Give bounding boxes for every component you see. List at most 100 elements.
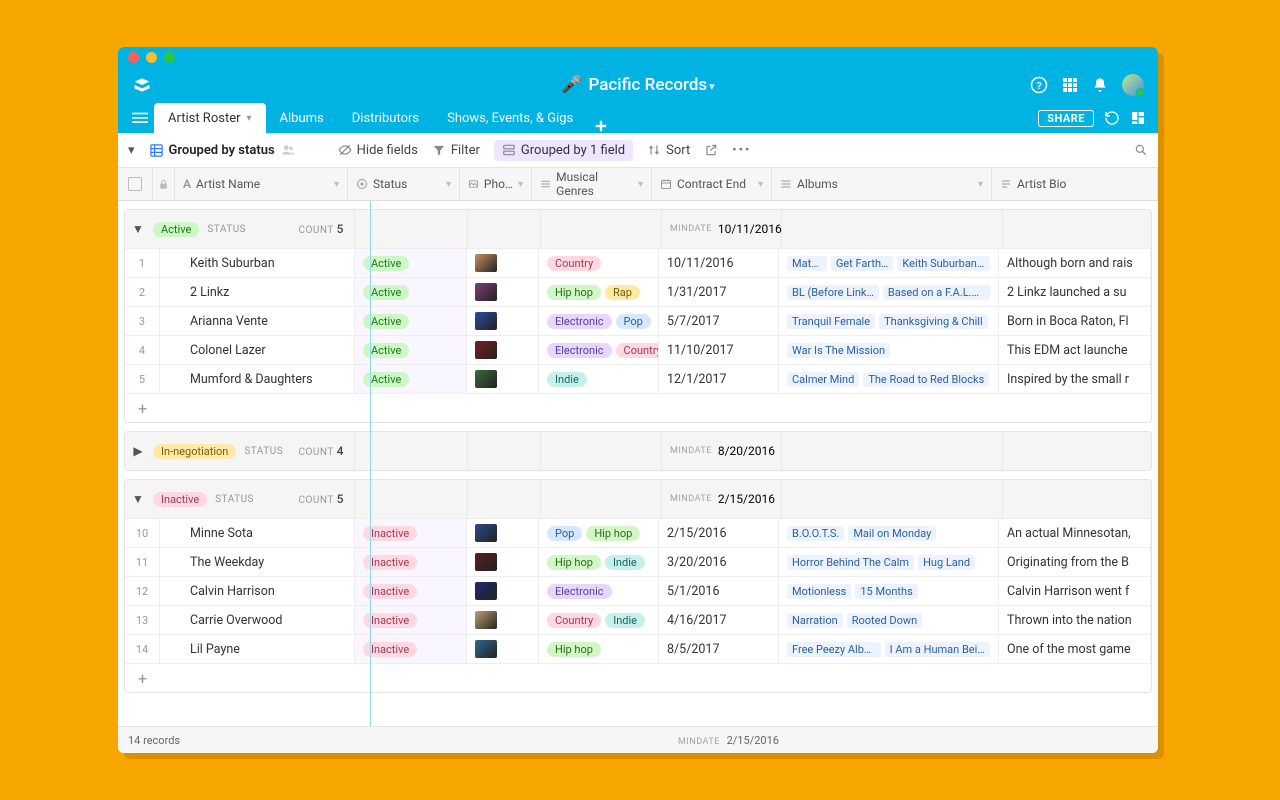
cell-status[interactable]: Active [355, 336, 467, 364]
cell-status[interactable]: Active [355, 249, 467, 277]
cell-status[interactable]: Inactive [355, 519, 467, 547]
disclosure-icon[interactable]: ▶ [131, 444, 145, 458]
cell-artist-name[interactable]: The Weekday [160, 548, 355, 576]
cell-contract-end[interactable]: 2/15/2016 [659, 519, 779, 547]
col-status[interactable]: Status ▾ [348, 168, 460, 200]
cell-bio[interactable]: This EDM act launche [999, 336, 1151, 364]
cell-genres[interactable]: Hip hopIndie [539, 548, 659, 576]
album-chip[interactable]: Thanksgiving & Chill [879, 314, 988, 329]
cell-photo[interactable] [467, 519, 539, 547]
cell-artist-name[interactable]: Colonel Lazer [160, 336, 355, 364]
cell-genres[interactable]: Electronic [539, 577, 659, 605]
more-options-button[interactable]: ••• [732, 143, 751, 158]
cell-artist-name[interactable]: Keith Suburban [160, 249, 355, 277]
cell-genres[interactable]: ElectronicPop [539, 307, 659, 335]
cell-bio[interactable]: Originating from the B [999, 548, 1151, 576]
hide-fields-button[interactable]: Hide fields [338, 143, 418, 158]
traffic-minimize-icon[interactable] [146, 52, 157, 63]
tab-distributors[interactable]: Distributors [338, 103, 433, 133]
cell-contract-end[interactable]: 11/10/2017 [659, 336, 779, 364]
chevron-down-icon[interactable]: ▾ [446, 179, 451, 190]
cell-artist-name[interactable]: Minne Sota [160, 519, 355, 547]
cell-bio[interactable]: An actual Minnesotan, [999, 519, 1151, 547]
share-button[interactable]: SHARE [1038, 110, 1094, 127]
album-chip[interactable]: War Is The Mission [787, 343, 890, 358]
table-row[interactable]: 13Carrie OverwoodInactiveCountryIndie4/1… [125, 605, 1151, 634]
cell-bio[interactable]: Thrown into the nation [999, 606, 1151, 634]
cell-artist-name[interactable]: Calvin Harrison [160, 577, 355, 605]
tab-shows-events-gigs[interactable]: Shows, Events, & Gigs [433, 103, 587, 133]
album-chip[interactable]: Keith Suburban in [897, 256, 990, 271]
cell-albums[interactable]: Tranquil Female Thanksgiving & Chill [779, 307, 999, 335]
cell-photo[interactable] [467, 365, 539, 393]
group-header[interactable]: ▼InactiveSTATUSCOUNT 5MINDATE2/15/2016 [125, 480, 1151, 518]
album-chip[interactable]: Tranquil Female [787, 314, 875, 329]
table-row[interactable]: 4Colonel LazerActiveElectronicCountry11/… [125, 335, 1151, 364]
current-view[interactable]: Grouped by status [149, 143, 296, 158]
cell-photo[interactable] [467, 577, 539, 605]
cell-bio[interactable]: Although born and rais [999, 249, 1151, 277]
album-chip[interactable]: Calmer Mind [787, 372, 859, 387]
cell-albums[interactable]: B.O.O.T.S.Mail on Monday [779, 519, 999, 547]
cell-genres[interactable]: ElectronicCountry [539, 336, 659, 364]
table-row[interactable]: 22 LinkzActiveHip hopRap1/31/2017BL (Bef… [125, 277, 1151, 306]
album-chip[interactable]: Hug Land [918, 555, 975, 570]
table-row[interactable]: 3Arianna VenteActiveElectronicPop5/7/201… [125, 306, 1151, 335]
history-icon[interactable] [1104, 110, 1120, 126]
cell-artist-name[interactable]: Carrie Overwood [160, 606, 355, 634]
views-menu-button[interactable]: ▾ [128, 143, 135, 158]
cell-photo[interactable] [467, 606, 539, 634]
tab-albums[interactable]: Albums [266, 103, 338, 133]
filter-button[interactable]: Filter [432, 143, 480, 158]
cell-genres[interactable]: Indie [539, 365, 659, 393]
app-logo-icon[interactable] [132, 75, 152, 95]
cell-bio[interactable]: Calvin Harrison went f [999, 577, 1151, 605]
cell-photo[interactable] [467, 278, 539, 306]
cell-bio[interactable]: 2 Linkz launched a su [999, 278, 1151, 306]
disclosure-icon[interactable]: ▼ [131, 492, 145, 506]
album-chip[interactable]: Motionless [787, 584, 851, 599]
add-record-button[interactable]: + [125, 393, 1151, 422]
cell-contract-end[interactable]: 3/20/2016 [659, 548, 779, 576]
traffic-close-icon[interactable] [128, 52, 139, 63]
cell-albums[interactable]: Motionless15 Months [779, 577, 999, 605]
table-row[interactable]: 12Calvin HarrisonInactiveElectronic5/1/2… [125, 576, 1151, 605]
album-chip[interactable]: Narration [787, 613, 843, 628]
cell-albums[interactable]: Free Peezy AlbumI Am a Human Being [779, 635, 999, 663]
help-icon[interactable]: ? [1030, 76, 1048, 94]
album-chip[interactable]: Match [787, 256, 827, 271]
cell-genres[interactable]: Hip hopRap [539, 278, 659, 306]
cell-status[interactable]: Active [355, 278, 467, 306]
album-chip[interactable]: Based on a F.A.L.S.E [883, 285, 990, 300]
cell-albums[interactable]: BL (Before Linkz) Based on a F.A.L.S.E [779, 278, 999, 306]
cell-contract-end[interactable]: 5/7/2017 [659, 307, 779, 335]
cell-albums[interactable]: Horror Behind The CalmHug Land [779, 548, 999, 576]
select-all-checkbox[interactable] [118, 168, 153, 200]
cell-bio[interactable]: Born in Boca Raton, Fl [999, 307, 1151, 335]
disclosure-icon[interactable]: ▼ [131, 222, 145, 236]
traffic-zoom-icon[interactable] [164, 52, 175, 63]
cell-status[interactable]: Inactive [355, 606, 467, 634]
cell-status[interactable]: Active [355, 307, 467, 335]
table-row[interactable]: 11The WeekdayInactiveHip hopIndie3/20/20… [125, 547, 1151, 576]
chevron-down-icon[interactable]: ▾ [334, 179, 339, 190]
chevron-down-icon[interactable]: ▾ [758, 179, 763, 190]
cell-artist-name[interactable]: Mumford & Daughters [160, 365, 355, 393]
album-chip[interactable]: Free Peezy Album [787, 642, 881, 657]
col-contract[interactable]: Contract End ▾ [652, 168, 772, 200]
cell-contract-end[interactable]: 8/5/2017 [659, 635, 779, 663]
cell-status[interactable]: Inactive [355, 548, 467, 576]
col-bio[interactable]: Artist Bio [992, 168, 1158, 200]
album-chip[interactable]: Get Farther [831, 256, 894, 271]
album-chip[interactable]: BL (Before Linkz) [787, 285, 879, 300]
group-header[interactable]: ▼ActiveSTATUSCOUNT 5MINDATE10/11/2016 [125, 210, 1151, 248]
album-chip[interactable]: Rooted Down [847, 613, 923, 628]
cell-genres[interactable]: PopHip hop [539, 519, 659, 547]
sidebar-toggle-icon[interactable] [126, 103, 154, 133]
cell-photo[interactable] [467, 249, 539, 277]
col-albums[interactable]: Albums ▾ [772, 168, 992, 200]
cell-contract-end[interactable]: 12/1/2017 [659, 365, 779, 393]
cell-contract-end[interactable]: 5/1/2016 [659, 577, 779, 605]
share-view-button[interactable] [704, 143, 718, 157]
cell-artist-name[interactable]: Arianna Vente [160, 307, 355, 335]
